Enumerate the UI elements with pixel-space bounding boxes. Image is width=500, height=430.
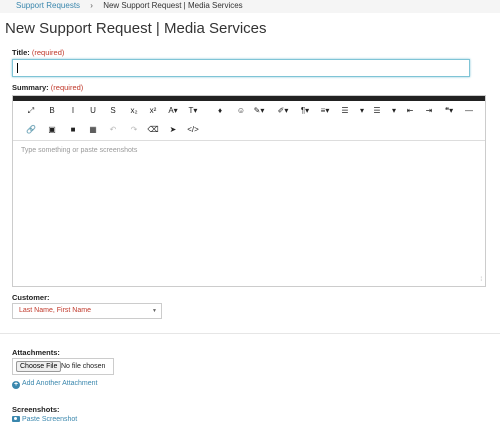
summary-label: Summary: (required): [12, 83, 83, 92]
underline-icon[interactable]: U: [85, 101, 101, 121]
summary-label-text: Summary:: [12, 83, 49, 92]
breadcrumb-link-support-requests[interactable]: Support Requests: [16, 1, 80, 10]
inline-style-icon[interactable]: ✐▾: [275, 101, 291, 121]
toolbar-divider: [13, 140, 485, 141]
chevron-down-icon: ▼: [152, 308, 157, 314]
font-size-icon[interactable]: T▾: [185, 101, 201, 121]
subscript-icon[interactable]: x₂: [126, 101, 142, 121]
summary-editor[interactable]: ⤢ B I U Sx₂ x² A▾ T▾ ♦ ☺ ✎▾ ✐▾ ¶▾ ≡▾ ☰ ▾ ☰ ▾ ⇤ ⇥ ❝▾ — 🔗 ▣ ■ ▦ ↶ ↷ ⌫…: [12, 95, 486, 287]
ordered-list-icon[interactable]: ☰: [337, 101, 353, 121]
font-family-icon[interactable]: A▾: [165, 101, 181, 121]
image-icon[interactable]: ▣: [44, 120, 60, 140]
paragraph-style-icon[interactable]: ✎▾: [251, 101, 267, 121]
title-label-text: Title:: [12, 48, 30, 57]
bold-icon[interactable]: B: [44, 101, 60, 121]
paragraph-format-icon[interactable]: ¶▾: [297, 101, 313, 121]
attachments-label: Attachments:: [12, 348, 60, 357]
horizontal-line-icon[interactable]: —: [461, 101, 477, 121]
undo-icon[interactable]: ↶: [105, 120, 121, 140]
code-view-icon[interactable]: </>: [185, 120, 201, 140]
file-status-text: No file chosen: [61, 363, 106, 370]
page-title: New Support Request | Media Services: [5, 20, 267, 37]
editor-toolbar-row-1: ⤢ B I U Sx₂ x² A▾ T▾ ♦ ☺ ✎▾ ✐▾ ¶▾ ≡▾ ☰ ▾ ☰ ▾ ⇤ ⇥ ❝▾ —: [13, 101, 485, 121]
add-attachment-link[interactable]: + Add Another Attachment: [12, 380, 98, 389]
text-caret: [17, 63, 18, 73]
camera-icon: [12, 416, 20, 422]
fullscreen-icon[interactable]: ⤢: [23, 101, 39, 121]
emoticon-icon[interactable]: ☺: [233, 101, 249, 121]
summary-placeholder: Type something or paste screenshots: [21, 147, 138, 154]
indent-icon[interactable]: ⇥: [421, 101, 437, 121]
video-icon[interactable]: ■: [65, 120, 81, 140]
quote-icon[interactable]: ❝▾: [441, 101, 457, 121]
italic-icon[interactable]: I: [65, 101, 81, 121]
breadcrumb-separator-icon: ›: [90, 1, 93, 10]
table-icon[interactable]: ▦: [85, 120, 101, 140]
attachment-file-input[interactable]: Choose File No file chosen: [12, 358, 114, 375]
title-required-note: (required): [31, 48, 65, 57]
strikethrough-icon[interactable]: S: [105, 101, 121, 121]
title-label: Title: (required): [12, 48, 64, 57]
paste-screenshot-link[interactable]: Paste Screenshot: [12, 416, 77, 423]
choose-file-button[interactable]: Choose File: [16, 361, 62, 372]
align-icon[interactable]: ≡▾: [317, 101, 333, 121]
select-all-icon[interactable]: ➤: [165, 120, 181, 140]
redo-icon[interactable]: ↷: [126, 120, 142, 140]
link-icon[interactable]: 🔗: [23, 120, 39, 140]
breadcrumb: Support Requests › New Support Request |…: [0, 0, 500, 13]
customer-select[interactable]: Last Name, First Name ▼: [12, 303, 162, 319]
resize-grip-icon[interactable]: ⁞: [480, 277, 482, 283]
eraser-icon[interactable]: ⌫: [145, 120, 161, 140]
color-icon[interactable]: ♦: [212, 101, 228, 121]
summary-required-note: (required): [50, 83, 84, 92]
unordered-list-dropdown-icon[interactable]: ▾: [386, 101, 402, 121]
plus-circle-icon: +: [12, 381, 20, 389]
add-attachment-label: Add Another Attachment: [22, 380, 98, 387]
superscript-icon[interactable]: x²: [145, 101, 161, 121]
section-divider: [0, 333, 500, 334]
screenshots-label: Screenshots:: [12, 405, 60, 414]
breadcrumb-current: New Support Request | Media Services: [103, 1, 243, 10]
customer-label: Customer:: [12, 293, 50, 302]
paste-screenshot-label: Paste Screenshot: [22, 416, 78, 423]
ordered-list-dropdown-icon[interactable]: ▾: [354, 101, 370, 121]
editor-toolbar-row-2: 🔗 ▣ ■ ▦ ↶ ↷ ⌫ ➤ </>: [13, 120, 485, 140]
unordered-list-icon[interactable]: ☰: [369, 101, 385, 121]
outdent-icon[interactable]: ⇤: [402, 101, 418, 121]
customer-selected-value: Last Name, First Name: [19, 307, 91, 314]
title-input[interactable]: [12, 59, 470, 77]
